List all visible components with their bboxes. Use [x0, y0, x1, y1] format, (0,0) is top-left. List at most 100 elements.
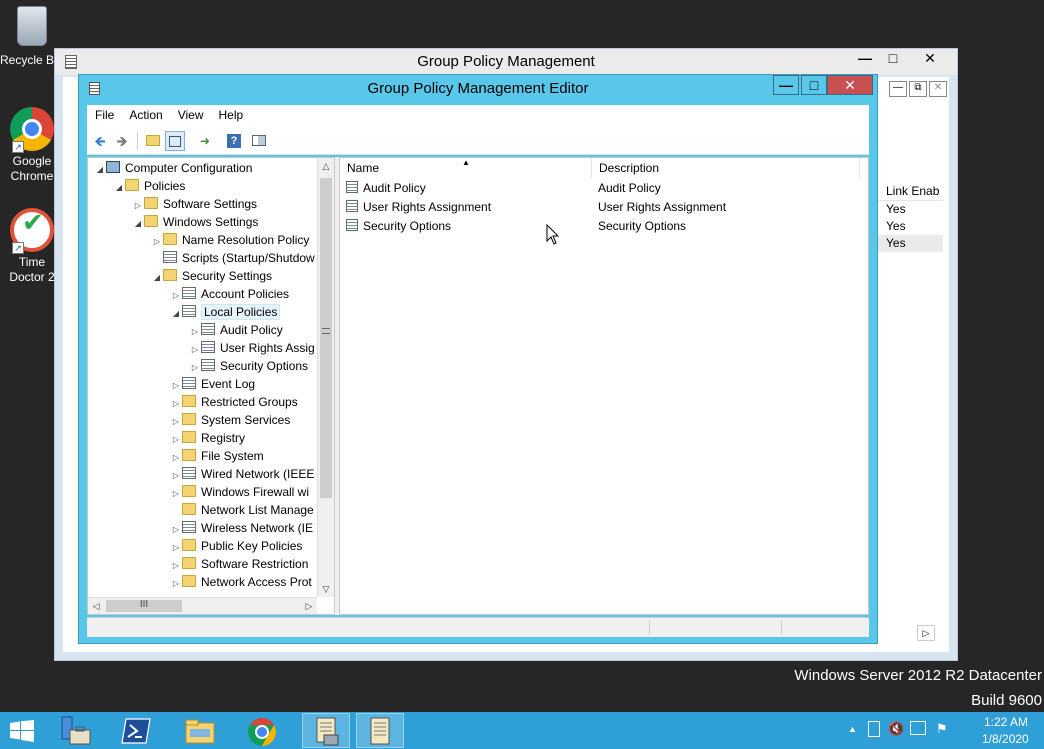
tree-hscroll-thumb[interactable]: III — [106, 600, 182, 612]
list-item-audit-policy[interactable]: Audit Policy — [346, 179, 426, 198]
tree-item-policies[interactable]: ◢ Policies — [113, 177, 185, 195]
tree-item-software-settings[interactable]: ▷ Software Settings — [132, 195, 257, 213]
collapse-arrow-icon[interactable]: ◢ — [170, 305, 182, 323]
gpm-window-icon — [65, 55, 77, 69]
tree-label: Event Log — [201, 377, 256, 391]
collapse-arrow-icon[interactable]: ◢ — [113, 179, 125, 197]
network-icon[interactable] — [910, 721, 926, 735]
os-edition-watermark: Windows Server 2012 R2 Datacenter — [794, 667, 1042, 684]
menu-help[interactable]: Help — [211, 105, 251, 122]
link-enabled-header[interactable]: Link Enab — [878, 181, 943, 201]
scroll-up-arrow-icon[interactable]: △ — [318, 158, 334, 174]
gpme-window[interactable]: Group Policy Management Editor — □ ✕ Fil… — [78, 74, 878, 644]
menu-view[interactable]: View — [170, 105, 211, 122]
back-arrow-icon[interactable]: 🡸 — [90, 131, 110, 151]
show-hidden-icons-icon[interactable]: ▲ — [848, 724, 857, 734]
tree-item-audit-policy[interactable]: ▷ Audit Policy — [189, 321, 283, 339]
action-center-icon[interactable] — [868, 721, 880, 737]
collapse-arrow-icon[interactable]: ◢ — [132, 215, 144, 233]
gpm-titlebar[interactable]: Group Policy Management — □ ✕ — [55, 49, 957, 75]
policy-icon — [182, 287, 196, 299]
gpm-inner-restore-button[interactable]: ⧉ — [909, 81, 927, 97]
scroll-left-arrow-icon[interactable]: ◁ — [88, 598, 104, 614]
scroll-right-arrow-icon[interactable]: ▷ — [301, 598, 317, 614]
column-header-description[interactable]: Description — [592, 158, 860, 178]
tree-label: Network List Manage — [201, 503, 314, 517]
tree-item-security-options[interactable]: ▷ Security Options — [189, 357, 308, 375]
link-enabled-value[interactable]: Yes — [878, 218, 943, 235]
tree-vscroll-thumb[interactable] — [320, 178, 332, 498]
tree-label: Public Key Policies — [201, 539, 303, 553]
tree-item-windows-firewall[interactable]: ▷ Windows Firewall wi — [170, 483, 309, 501]
tree-item-registry[interactable]: ▷ Registry — [170, 429, 245, 447]
gpm-hscroll-right[interactable]: ▷ — [917, 625, 935, 641]
tree-item-account-policies[interactable]: ▷ Account Policies — [170, 285, 289, 303]
gpme-titlebar[interactable]: Group Policy Management Editor — □ ✕ — [79, 75, 877, 103]
show-hide-console-tree-icon[interactable] — [165, 131, 185, 151]
clock-time[interactable]: 1:22 AM — [984, 715, 1028, 729]
scroll-down-arrow-icon[interactable]: ▽ — [318, 581, 334, 597]
gpm-inner-controls: — ⧉ ✕ — [889, 81, 949, 99]
console-tree[interactable]: ◢ Computer Configuration ◢ Policies ▷ Softw… — [87, 157, 335, 615]
forward-arrow-icon[interactable]: 🡺 — [112, 131, 132, 151]
file-explorer-button[interactable] — [176, 713, 224, 748]
tree-item-local-policies[interactable]: ◢ Local Policies — [170, 303, 281, 323]
gpme-close-button[interactable]: ✕ — [827, 75, 873, 95]
tree-item-network-list-manager[interactable]: Network List Manage — [170, 501, 314, 519]
menu-action[interactable]: Action — [121, 105, 169, 122]
tree-item-public-key-policies[interactable]: ▷ Public Key Policies — [170, 537, 302, 555]
collapse-arrow-icon[interactable]: ◢ — [94, 161, 106, 179]
export-list-icon[interactable]: ➜ — [195, 131, 215, 151]
gpm-inner-minimize-button[interactable]: — — [889, 81, 907, 97]
tree-item-wired-network[interactable]: ▷ Wired Network (IEEE — [170, 465, 314, 483]
tree-item-user-rights-assignment[interactable]: ▷ User Rights Assig — [189, 339, 315, 357]
folder-icon — [182, 557, 196, 569]
expand-arrow-icon[interactable]: ▷ — [170, 575, 182, 593]
status-separator — [649, 620, 650, 635]
tree-label: Audit Policy — [220, 323, 283, 337]
gpm-close-button[interactable]: ✕ — [908, 49, 952, 69]
tree-item-computer-configuration[interactable]: ◢ Computer Configuration — [94, 159, 252, 177]
group-policy-editor-taskbar-button[interactable] — [356, 713, 404, 748]
clock-date[interactable]: 1/8/2020 — [982, 732, 1029, 746]
tree-item-network-access-protection[interactable]: ▷ Network Access Prot — [170, 573, 312, 591]
gpm-inner-close-button[interactable]: ✕ — [929, 81, 947, 97]
gpme-maximize-button[interactable]: □ — [801, 75, 827, 95]
list-item-security-options[interactable]: Security Options — [346, 217, 451, 236]
tree-vertical-scrollbar[interactable]: △ ▽ — [317, 158, 334, 597]
list-item-user-rights-assignment[interactable]: User Rights Assignment — [346, 198, 491, 217]
tree-item-security-settings[interactable]: ◢ Security Settings — [151, 267, 272, 285]
tree-item-windows-settings[interactable]: ◢ Windows Settings — [132, 213, 258, 231]
group-policy-management-taskbar-button[interactable] — [302, 713, 350, 748]
tree-item-software-restriction[interactable]: ▷ Software Restriction — [170, 555, 308, 573]
tree-item-file-system[interactable]: ▷ File System — [170, 447, 264, 465]
menu-file[interactable]: File — [87, 105, 121, 122]
link-enabled-value[interactable]: Yes — [878, 235, 943, 252]
tree-item-system-services[interactable]: ▷ System Services — [170, 411, 290, 429]
tree-item-scripts[interactable]: Scripts (Startup/Shutdow — [151, 249, 315, 267]
link-enabled-value[interactable]: Yes — [878, 201, 943, 218]
policy-icon — [346, 200, 358, 212]
toolbar-separator — [137, 132, 138, 150]
start-button[interactable] — [0, 713, 48, 748]
tree-item-wireless-network[interactable]: ▷ Wireless Network (IE — [170, 519, 313, 537]
up-folder-icon[interactable] — [143, 131, 163, 151]
gpme-minimize-button[interactable]: — — [773, 75, 799, 95]
help-icon[interactable]: ? — [227, 134, 241, 148]
tree-item-restricted-groups[interactable]: ▷ Restricted Groups — [170, 393, 298, 411]
properties-icon[interactable] — [249, 131, 269, 151]
flag-icon[interactable]: ⚑ — [936, 721, 948, 737]
tree-horizontal-scrollbar[interactable]: ◁ III ▷ — [88, 597, 317, 614]
volume-muted-icon[interactable]: 🔇 — [888, 721, 904, 737]
details-pane[interactable]: Name ▲ Description Audit Policy Audit Po… — [339, 157, 869, 615]
chrome-taskbar-button[interactable] — [238, 713, 286, 748]
tree-item-name-resolution-policy[interactable]: ▷ Name Resolution Policy — [151, 231, 309, 249]
gpm-maximize-button[interactable]: □ — [880, 49, 906, 69]
tree-item-event-log[interactable]: ▷ Event Log — [170, 375, 255, 393]
tree-label: Account Policies — [201, 287, 290, 301]
gpm-minimize-button[interactable]: — — [852, 49, 878, 69]
collapse-arrow-icon[interactable]: ◢ — [151, 269, 163, 287]
powershell-button[interactable] — [112, 713, 160, 748]
server-manager-button[interactable] — [52, 713, 100, 748]
column-header-name[interactable]: Name ▲ — [340, 158, 592, 178]
